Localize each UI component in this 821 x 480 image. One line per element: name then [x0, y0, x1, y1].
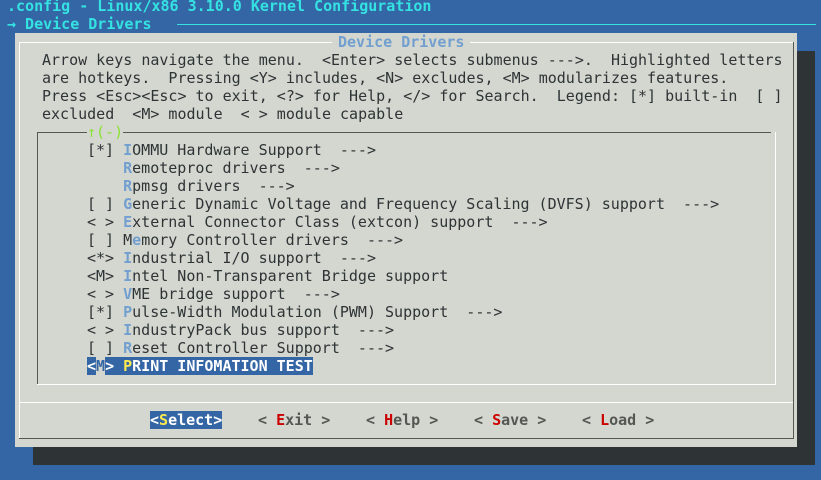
item-label: eset Controller Support --->	[132, 339, 395, 357]
hotkey: I	[123, 267, 133, 285]
menu-border-right	[775, 132, 776, 384]
menu-item[interactable]: < > IndustryPack bus support --->	[87, 321, 394, 339]
button-text: <	[474, 411, 493, 429]
item-label: eneric Dynamic Voltage and Frequency Sca…	[132, 195, 720, 213]
breadcrumb: → Device Drivers	[7, 15, 152, 33]
item-label: RINT INFOMATION TEST	[132, 357, 313, 375]
menu-item-selected[interactable]: <M> PRINT INFOMATION TEST	[87, 357, 313, 375]
hotkey: S	[492, 411, 502, 429]
menu-item[interactable]: [ ] Reset Controller Support --->	[87, 339, 394, 357]
help-text-line: Arrow keys navigate the menu. <Enter> se…	[42, 51, 783, 69]
menu-item[interactable]: Remoteproc drivers --->	[87, 159, 340, 177]
menu-item[interactable]: <*> Industrial I/O support --->	[87, 249, 376, 267]
help-text-line: excluded <M> module < > module capable	[42, 105, 404, 123]
menu-border-bottom	[37, 384, 776, 385]
item-label: ndustryPack bus support --->	[132, 321, 395, 339]
item-label: ntel Non-Transparent Bridge support	[132, 267, 449, 285]
item-state: < >	[87, 321, 124, 339]
item-state: < >	[87, 285, 124, 303]
hotkey: L	[600, 411, 610, 429]
select-button[interactable]: <Select>	[150, 411, 223, 429]
button-text: >	[420, 411, 439, 429]
hotkey: R	[123, 339, 133, 357]
item-state: [*]	[87, 303, 124, 321]
item-label: xternal Connector Class (extcon) support…	[132, 213, 548, 231]
button-text: elp	[393, 411, 421, 429]
menu-item[interactable]: [*] Pulse-Width Modulation (PWM) Support…	[87, 303, 502, 321]
hotkey: S	[159, 411, 169, 429]
hotkey: P	[123, 357, 133, 375]
button-text: oad	[609, 411, 637, 429]
hotkey: I	[123, 249, 133, 267]
help-text-line: Press <Esc><Esc> to exit, <?> for Help, …	[42, 87, 783, 105]
item-label: mory Controller drivers --->	[141, 231, 404, 249]
hotkey: I	[123, 141, 133, 159]
button-text: >	[636, 411, 655, 429]
item-state	[87, 159, 123, 177]
item-label-start: M	[123, 231, 133, 249]
button-text: ave	[501, 411, 529, 429]
menu-border-left	[37, 132, 38, 384]
item-label: ME bridge support --->	[132, 285, 340, 303]
button-text: >	[213, 411, 223, 429]
item-state: [ ]	[87, 195, 124, 213]
hotkey: E	[276, 411, 286, 429]
help-button[interactable]: < Help >	[366, 411, 438, 429]
item-state: [ ]	[87, 231, 124, 249]
hotkey: P	[123, 303, 133, 321]
button-text: <	[150, 411, 160, 429]
item-state: <*>	[87, 249, 124, 267]
hotkey: E	[123, 213, 133, 231]
dialog-border-bottom	[19, 438, 794, 439]
item-label: ulse-Width Modulation (PWM) Support --->	[132, 303, 503, 321]
button-text: >	[528, 411, 547, 429]
button-text: <	[582, 411, 601, 429]
item-state: [ ]	[87, 339, 124, 357]
item-state: < >	[87, 213, 124, 231]
menu-item[interactable]: [ ] Memory Controller drivers --->	[87, 231, 403, 249]
menu-item[interactable]: < > External Connector Class (extcon) su…	[87, 213, 548, 231]
hotkey: e	[132, 231, 142, 249]
button-text: >	[312, 411, 331, 429]
menu-item[interactable]: < > VME bridge support --->	[87, 285, 340, 303]
dialog-border-left	[19, 42, 20, 438]
button-text: xit	[285, 411, 313, 429]
breadcrumb-divider	[177, 24, 816, 25]
hotkey: G	[123, 195, 133, 213]
dialog-border-right	[793, 42, 794, 438]
menu-border-top	[37, 132, 771, 133]
menu-item[interactable]: [*] IOMMU Hardware Support --->	[87, 141, 376, 159]
item-label: emoteproc drivers --->	[132, 159, 340, 177]
hotkey: R	[123, 177, 133, 195]
hotkey: H	[384, 411, 394, 429]
item-state: [*]	[87, 141, 124, 159]
button-text: <	[366, 411, 385, 429]
button-text: <	[258, 411, 277, 429]
help-text-line: are hotkeys. Pressing <Y> includes, <N> …	[42, 69, 729, 87]
item-state: <M>	[87, 267, 124, 285]
load-button[interactable]: < Load >	[582, 411, 654, 429]
dialog-title: Device Drivers	[332, 33, 471, 51]
button-text: elect	[168, 411, 214, 429]
window-title: .config - Linux/x86 3.10.0 Kernel Config…	[7, 0, 432, 15]
exit-button[interactable]: < Exit >	[258, 411, 330, 429]
scroll-up-indicator[interactable]: ↑(-)	[87, 123, 124, 141]
item-label: OMMU Hardware Support --->	[132, 141, 376, 159]
item-state: <M>	[87, 357, 124, 375]
hotkey: R	[123, 159, 133, 177]
save-button[interactable]: < Save >	[474, 411, 546, 429]
menu-item[interactable]: <M> Intel Non-Transparent Bridge support	[87, 267, 448, 285]
menu-item[interactable]: Rpmsg drivers --->	[87, 177, 295, 195]
item-label: pmsg drivers --->	[132, 177, 295, 195]
hotkey: V	[123, 285, 133, 303]
cursor: M	[96, 357, 106, 375]
button-divider	[19, 402, 793, 403]
menu-item[interactable]: [ ] Generic Dynamic Voltage and Frequenc…	[87, 195, 719, 213]
item-state	[87, 177, 123, 195]
item-label: ndustrial I/O support --->	[132, 249, 376, 267]
hotkey: I	[123, 321, 133, 339]
